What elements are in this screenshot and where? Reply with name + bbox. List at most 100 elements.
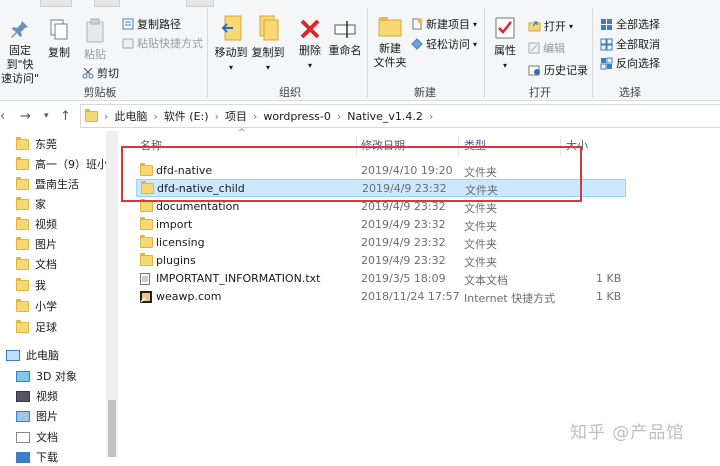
sidebar-item[interactable]: 高一（9）班小幕 xyxy=(16,155,109,173)
sidebar-item[interactable]: 图片 xyxy=(16,235,57,253)
forward-arrow-icon[interactable]: → xyxy=(20,109,31,124)
breadcrumb-separator-icon[interactable]: › xyxy=(337,110,341,123)
sidebar-item[interactable]: 文档 xyxy=(16,428,58,446)
sidebar-item[interactable]: 图片 xyxy=(16,407,58,425)
paste-button[interactable]: 粘贴 xyxy=(80,18,110,62)
copy-to-button[interactable]: 复制到 ▾ xyxy=(250,14,286,75)
sidebar-item[interactable]: 小学 xyxy=(16,297,57,315)
breadcrumb-item[interactable]: 此电脑 xyxy=(114,108,147,124)
pin-quick-access-button[interactable]: 固定到"快 速访问" xyxy=(0,20,40,86)
file-row[interactable]: licensing 2019/4/9 23:32 文件夹 xyxy=(136,234,626,252)
file-type: 文件夹 xyxy=(464,220,497,233)
address-folder-icon xyxy=(85,108,98,122)
open-group-label: 打开 xyxy=(529,86,551,99)
file-type: 文件夹 xyxy=(464,202,497,215)
file-type: 文件夹 xyxy=(464,256,497,269)
ribbon-separator xyxy=(484,8,485,98)
sidebar-item[interactable]: 我 xyxy=(16,276,46,294)
copy-button[interactable]: 复制 xyxy=(44,18,74,60)
select-all-button[interactable]: 全部选择 xyxy=(600,16,660,32)
move-to-button[interactable]: 移动到 ▾ xyxy=(213,14,249,75)
breadcrumb-separator-icon[interactable]: › xyxy=(153,110,157,123)
history-button[interactable]: 历史记录 xyxy=(528,62,588,78)
breadcrumb-item[interactable]: Native_v1.4.2 xyxy=(347,110,423,123)
downloads-icon xyxy=(16,451,30,463)
sidebar-item-label: 此电脑 xyxy=(26,349,59,362)
file-date: 2019/4/9 23:32 xyxy=(361,236,446,249)
file-row[interactable]: plugins 2019/4/9 23:32 文件夹 xyxy=(136,252,626,270)
file-size: 1 KB xyxy=(596,290,622,303)
properties-button[interactable]: 属性 ▾ xyxy=(489,16,521,73)
sidebar-item[interactable]: 东莞 xyxy=(16,135,57,153)
delete-button[interactable]: 删除 ▾ xyxy=(295,18,325,73)
copy-path-button[interactable]: 复制路径 xyxy=(122,16,181,32)
invert-selection-label: 反向选择 xyxy=(616,57,660,70)
recent-locations-chevron-icon[interactable]: ▾ xyxy=(44,111,49,121)
sidebar-item[interactable]: 3D 对象 xyxy=(16,367,77,385)
new-item-label: 新建项目 xyxy=(426,18,470,31)
address-bar[interactable]: › 此电脑 › 软件 (E:) › 项目 › wordpress-0 › Nat… xyxy=(80,104,720,128)
file-type: 文本文档 xyxy=(464,274,508,287)
breadcrumb-separator-icon[interactable]: › xyxy=(429,110,433,123)
organize-group-label: 组织 xyxy=(279,86,301,99)
sidebar-item[interactable]: 视频 xyxy=(16,387,58,405)
sidebar-item[interactable]: 下载 xyxy=(16,448,58,466)
documents-icon xyxy=(16,431,30,443)
back-arrow-icon[interactable]: ‹ xyxy=(0,109,5,124)
clipboard-icon xyxy=(86,18,104,43)
cut-button[interactable]: 剪切 xyxy=(82,65,119,81)
up-arrow-icon[interactable]: ↑ xyxy=(60,109,71,124)
breadcrumb-item[interactable]: 项目 xyxy=(225,108,247,124)
video-icon xyxy=(16,390,30,402)
invert-selection-button[interactable]: 反向选择 xyxy=(600,55,660,71)
select-none-button[interactable]: 全部取消 xyxy=(600,36,660,52)
ribbon-tab-stub[interactable] xyxy=(94,0,120,7)
navigation-pane: 东莞 高一（9）班小幕 暨南生活 家 视频 图片 文档 我 小学 足球 此电脑 … xyxy=(0,131,120,464)
delete-label: 删除 xyxy=(299,44,321,57)
history-label: 历史记录 xyxy=(544,64,588,77)
edit-label: 编辑 xyxy=(543,42,565,55)
breadcrumb-separator-icon[interactable]: › xyxy=(253,110,257,123)
file-row[interactable]: IMPORTANT_INFORMATION.txt 2019/3/5 18:09… xyxy=(136,270,626,288)
new-item-button[interactable]: 新建项目 ▾ xyxy=(411,16,477,32)
open-button[interactable]: 打开 ▾ xyxy=(528,18,573,34)
sidebar-item-label: 视频 xyxy=(35,218,57,231)
new-folder-icon xyxy=(378,17,402,37)
ribbon-separator xyxy=(367,8,368,98)
new-folder-button[interactable]: 新建 文件夹 xyxy=(370,14,410,70)
ribbon-tab-stub[interactable] xyxy=(40,0,72,7)
new-folder-label-1: 新建 xyxy=(379,42,401,55)
file-date: 2019/4/9 23:32 xyxy=(361,254,446,267)
pin-label-2: 速访问" xyxy=(0,72,40,85)
breadcrumb-separator-icon[interactable]: › xyxy=(215,110,219,123)
sidebar-item-label: 我 xyxy=(35,279,46,292)
select-none-label: 全部取消 xyxy=(616,38,660,51)
file-row[interactable]: import 2019/4/9 23:32 文件夹 xyxy=(136,216,626,234)
file-row[interactable]: weawp.com 2018/11/24 17:57 Internet 快捷方式… xyxy=(136,288,626,306)
ribbon-tab-stub[interactable] xyxy=(186,0,214,7)
breadcrumb-item[interactable]: 软件 (E:) xyxy=(164,108,209,124)
sidebar-item[interactable]: 文档 xyxy=(16,255,57,273)
file-type: Internet 快捷方式 xyxy=(464,292,556,305)
select-all-icon xyxy=(601,18,612,30)
sidebar-item-this-pc[interactable]: 此电脑 xyxy=(6,346,59,364)
sidebar-item[interactable]: 暨南生活 xyxy=(16,175,79,193)
paste-shortcut-button[interactable]: 粘贴快捷方式 xyxy=(122,35,203,51)
new-group-label: 新建 xyxy=(414,86,436,99)
sidebar-item[interactable]: 家 xyxy=(16,195,46,213)
breadcrumb-item[interactable]: wordpress-0 xyxy=(263,110,331,123)
edit-button[interactable]: 编辑 xyxy=(528,40,565,56)
sidebar-scrollbar-thumb[interactable] xyxy=(108,400,116,457)
easy-access-label: 轻松访问 xyxy=(426,38,470,51)
file-name: weawp.com xyxy=(156,290,222,303)
properties-check-icon xyxy=(495,17,515,39)
sidebar-item[interactable]: 足球 xyxy=(16,318,57,336)
sidebar-item[interactable]: 视频 xyxy=(16,215,57,233)
scissors-icon xyxy=(82,67,94,79)
paste-label: 粘贴 xyxy=(84,48,106,61)
breadcrumb-separator-icon[interactable]: › xyxy=(104,110,108,123)
rename-button[interactable]: 重命名 xyxy=(327,18,363,58)
easy-access-button[interactable]: 轻松访问 ▾ xyxy=(411,36,477,52)
file-type: 文件夹 xyxy=(464,238,497,251)
pictures-icon xyxy=(16,410,30,422)
